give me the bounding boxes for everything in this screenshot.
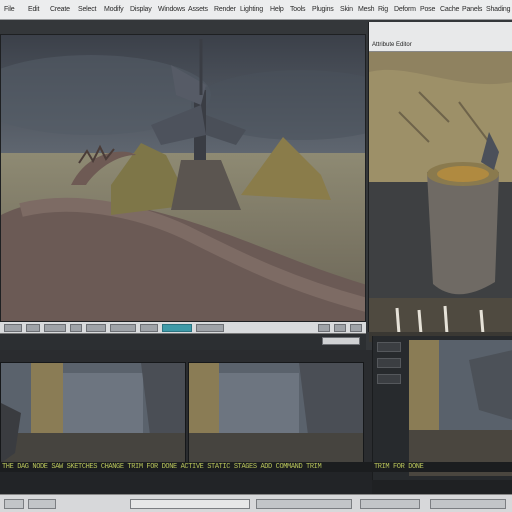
menu-item-plugins[interactable]: Plugins	[312, 4, 334, 15]
main-viewport[interactable]	[0, 34, 366, 322]
status-bar	[0, 494, 512, 512]
menu-item-assets[interactable]: Assets	[188, 4, 208, 15]
menu-item-rig[interactable]: Rig	[378, 4, 388, 15]
script-output-line: THE DAG NODE SAW SKETCHES CHANGE TRIM FO…	[0, 462, 372, 472]
toolbar-button[interactable]	[44, 324, 66, 332]
side-scroll-area[interactable]	[372, 480, 512, 494]
menu-item-create[interactable]: Create	[50, 4, 70, 15]
menu-item-display[interactable]: Display	[130, 4, 152, 15]
side-tool-icons	[377, 342, 405, 390]
toolbar-button[interactable]	[26, 324, 40, 332]
status-button[interactable]	[4, 499, 24, 509]
menu-item-shading[interactable]: Shading	[486, 4, 510, 15]
tool-icon[interactable]	[377, 374, 401, 384]
menu-item-windows[interactable]: Windows	[158, 4, 185, 15]
toolbar-button[interactable]	[196, 324, 224, 332]
menu-item-modify[interactable]: Modify	[104, 4, 124, 15]
menu-item-render[interactable]: Render	[214, 4, 236, 15]
camera-render-2	[189, 363, 363, 471]
preview-render	[369, 52, 512, 298]
attribute-panel: Attribute Editor	[368, 22, 512, 342]
toolbar-button[interactable]	[4, 324, 22, 332]
side-viewport[interactable]	[409, 340, 512, 476]
camera-render-1	[1, 363, 185, 471]
tool-icon[interactable]	[377, 358, 401, 368]
status-button[interactable]	[256, 499, 352, 509]
script-output-text-right: TRIM FOR DONE	[374, 463, 424, 471]
scene-render	[1, 35, 365, 321]
status-button[interactable]	[430, 499, 506, 509]
menu-item-file[interactable]: File	[4, 4, 15, 15]
app-window: File Edit Create Select Modify Display W…	[0, 0, 512, 512]
menu-item-cache[interactable]: Cache	[440, 4, 459, 15]
camera-view-2[interactable]	[188, 362, 364, 472]
command-line[interactable]	[0, 472, 372, 494]
menu-item-select[interactable]: Select	[78, 4, 96, 15]
toolbar-button[interactable]	[350, 324, 362, 332]
script-output-line-right: TRIM FOR DONE	[372, 462, 512, 472]
menu-item-lighting[interactable]: Lighting	[240, 4, 263, 15]
menu-item-edit[interactable]: Edit	[28, 4, 39, 15]
menu-item-mesh[interactable]: Mesh	[358, 4, 375, 15]
camera-view-1[interactable]	[0, 362, 186, 472]
menu-bar: File Edit Create Select Modify Display W…	[0, 0, 512, 20]
tool-icon[interactable]	[377, 342, 401, 352]
viewport-toolbar	[0, 322, 366, 334]
side-render	[409, 340, 512, 476]
menu-item-help[interactable]: Help	[270, 4, 284, 15]
toolbar-button[interactable]	[86, 324, 106, 332]
status-button[interactable]	[360, 499, 420, 509]
menu-item-deform[interactable]: Deform	[394, 4, 416, 15]
menu-item-panels[interactable]: Panels	[462, 4, 482, 15]
menu-item-tools[interactable]: Tools	[290, 4, 306, 15]
toolbar-button[interactable]	[140, 324, 158, 332]
panel-selector[interactable]	[322, 337, 360, 345]
menu-item-skin[interactable]: Skin	[340, 4, 353, 15]
attribute-panel-header: Attribute Editor	[369, 22, 512, 52]
toolbar-button-active[interactable]	[162, 324, 192, 332]
command-input[interactable]	[130, 499, 250, 509]
script-output-text: THE DAG NODE SAW SKETCHES CHANGE TRIM FO…	[2, 463, 322, 471]
toolbar-button[interactable]	[110, 324, 136, 332]
toolbar-button[interactable]	[70, 324, 82, 332]
material-preview[interactable]	[369, 52, 512, 298]
menu-item-pose[interactable]: Pose	[420, 4, 435, 15]
viewport-subbar	[0, 334, 366, 350]
panel-title: Attribute Editor	[372, 42, 412, 48]
status-button[interactable]	[28, 499, 56, 509]
toolbar-button[interactable]	[318, 324, 330, 332]
toolbar-button[interactable]	[334, 324, 346, 332]
